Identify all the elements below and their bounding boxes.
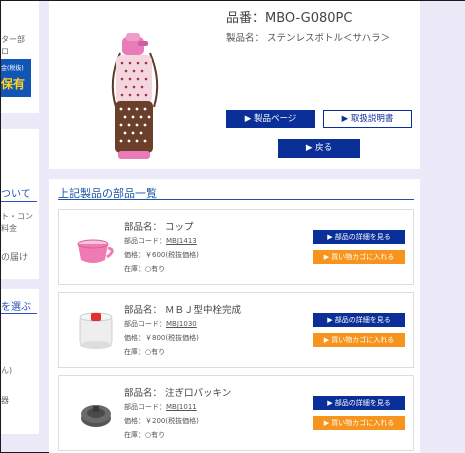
banner-small-text: 金(税抜)	[1, 65, 24, 72]
sidebar-divider	[1, 313, 37, 314]
part-price-line: 価格：￥800(税抜価格)	[124, 334, 199, 342]
product-page-button[interactable]: ▶ 製品ページ	[226, 110, 315, 128]
part-card: 部品名： ＭＢＪ型中栓完成 部品コード：MBJ1030 価格：￥800(税抜価格…	[58, 292, 414, 368]
sidebar-fragment[interactable]: の届け	[1, 250, 28, 263]
sidebar-divider	[1, 201, 37, 202]
product-number: 品番：MBO-G080PC	[226, 11, 353, 26]
banner-big-text: 保有	[1, 77, 26, 91]
add-to-cart-button[interactable]: ▶ 買い物カゴに入れる	[313, 250, 405, 264]
part-detail-button[interactable]: ▶ 部品の詳細を見る	[313, 396, 405, 410]
sidebar-fragment: 料金	[1, 224, 17, 233]
part-price-line: 価格：￥600(税抜価格)	[124, 251, 199, 259]
product-name-label: 製品名： ステンレスボトル＜サハラ＞	[226, 33, 391, 44]
back-button[interactable]: ▶ 戻る	[278, 139, 360, 158]
part-card: 部品名： コップ 部品コード：MBJ1413 価格：￥600(税抜価格) 在庫：…	[58, 209, 414, 285]
manual-button[interactable]: ▶ 取扱説明書	[323, 110, 412, 128]
part-code-line: 部品コード：MBJ1413	[124, 237, 197, 245]
sidebar-promo-banner[interactable]: 金(税抜) 保有	[1, 59, 31, 97]
part-detail-button[interactable]: ▶ 部品の詳細を見る	[313, 313, 405, 327]
right-gutter	[420, 1, 465, 453]
sidebar-link[interactable]: を選ぶ	[1, 298, 31, 313]
part-card: 部品名： 注ぎ口パッキン 部品コード：MBJ1011 価格：￥200(税抜価格)…	[58, 375, 414, 451]
part-cup-image	[77, 239, 114, 263]
part-stock-line: 在庫：○有り	[124, 265, 166, 273]
part-code-link[interactable]: MBJ1413	[166, 237, 197, 245]
sidebar-fragment: ロ	[1, 47, 9, 56]
part-inner-plug-image	[79, 312, 113, 349]
parts-title-underline	[58, 199, 414, 200]
part-code-link[interactable]: MBJ1011	[166, 403, 197, 411]
add-to-cart-button[interactable]: ▶ 買い物カゴに入れる	[313, 333, 405, 347]
sidebar-fragment: ん)	[1, 366, 13, 375]
sidebar-fragment: 器	[1, 396, 9, 405]
part-name: 部品名： 注ぎ口パッキン	[124, 388, 232, 399]
sidebar-info-box: ついて ト・コン 料金 の届け	[1, 129, 39, 279]
sidebar-link[interactable]: ついて	[1, 185, 31, 200]
sidebar-nav-box: を選ぶ ん) 器	[1, 289, 39, 434]
product-summary-card: 品番：MBO-G080PC 製品名： ステンレスボトル＜サハラ＞ ▶ 製品ページ…	[49, 1, 420, 169]
part-stock-line: 在庫：○有り	[124, 431, 166, 439]
part-name: 部品名： コップ	[124, 222, 194, 233]
part-price-line: 価格：￥200(税抜価格)	[124, 417, 199, 425]
product-bottle-image	[111, 33, 159, 159]
part-code-line: 部品コード：MBJ1011	[124, 403, 197, 411]
add-to-cart-button[interactable]: ▶ 買い物カゴに入れる	[313, 416, 405, 430]
part-code-link[interactable]: MBJ1030	[166, 320, 197, 328]
part-stock-line: 在庫：○有り	[124, 348, 166, 356]
sidebar-fragment: ト・コン	[1, 212, 33, 221]
left-sidebar: ター部 ロ 金(税抜) 保有 ついて ト・コン 料金 の届け を選ぶ ん) 器	[1, 1, 41, 453]
sidebar-banner-box: ター部 ロ 金(税抜) 保有	[1, 1, 39, 113]
product-name-value: ステンレスボトル＜サハラ＞	[267, 33, 391, 44]
part-detail-button[interactable]: ▶ 部品の詳細を見る	[313, 230, 405, 244]
sidebar-fragment: ター部	[1, 35, 25, 44]
part-code-line: 部品コード：MBJ1030	[124, 320, 197, 328]
parts-list-section: 上記製品の部品一覧 部品名： コップ 部品コード：MBJ1413 価格：￥600…	[49, 179, 420, 453]
part-name: 部品名： ＭＢＪ型中栓完成	[124, 305, 242, 316]
part-packing-image	[81, 405, 111, 427]
